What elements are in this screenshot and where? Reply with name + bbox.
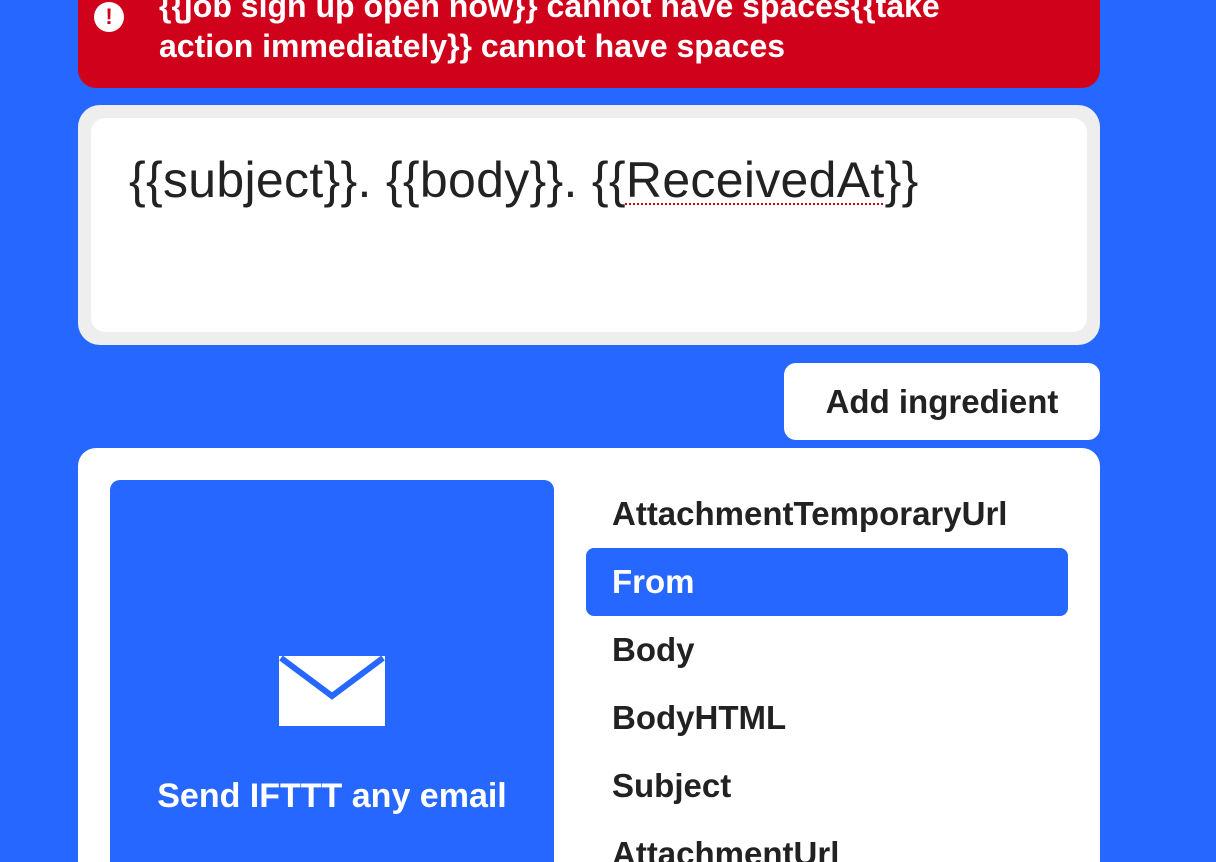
field-value: {{subject}}. {{body}}. {{ReceivedAt}} (129, 150, 1049, 210)
error-banner: ! {{job sign up open now}} cannot have s… (78, 0, 1100, 88)
ingredient-item[interactable]: Body (586, 616, 1068, 684)
field-text-part2: }} (884, 152, 919, 208)
ingredient-item-selected[interactable]: From (586, 548, 1068, 616)
service-label: Send IFTTT any email (157, 777, 507, 815)
message-text-field[interactable]: {{subject}}. {{body}}. {{ReceivedAt}} (91, 118, 1087, 332)
exclamation-icon: ! (94, 2, 124, 32)
ingredient-list: AttachmentTemporaryUrl From Body BodyHTM… (586, 480, 1068, 862)
ingredient-item[interactable]: BodyHTML (586, 684, 1068, 752)
text-field-container: {{subject}}. {{body}}. {{ReceivedAt}} (78, 105, 1100, 345)
service-card: Send IFTTT any email (110, 480, 554, 862)
ingredient-item[interactable]: Subject (586, 752, 1068, 820)
page: ! {{job sign up open now}} cannot have s… (0, 0, 1216, 862)
error-message: {{job sign up open now}} cannot have spa… (159, 0, 940, 64)
misspelled-word: ReceivedAt (625, 152, 885, 208)
envelope-icon (279, 656, 385, 726)
ingredient-panel: Send IFTTT any email AttachmentTemporary… (78, 448, 1100, 862)
add-ingredient-button[interactable]: Add ingredient (784, 363, 1100, 440)
ingredient-item[interactable]: AttachmentUrl (586, 820, 1068, 862)
field-text-part1: {{subject}}. {{body}}. {{ (129, 152, 626, 208)
ingredient-item[interactable]: AttachmentTemporaryUrl (586, 480, 1068, 548)
